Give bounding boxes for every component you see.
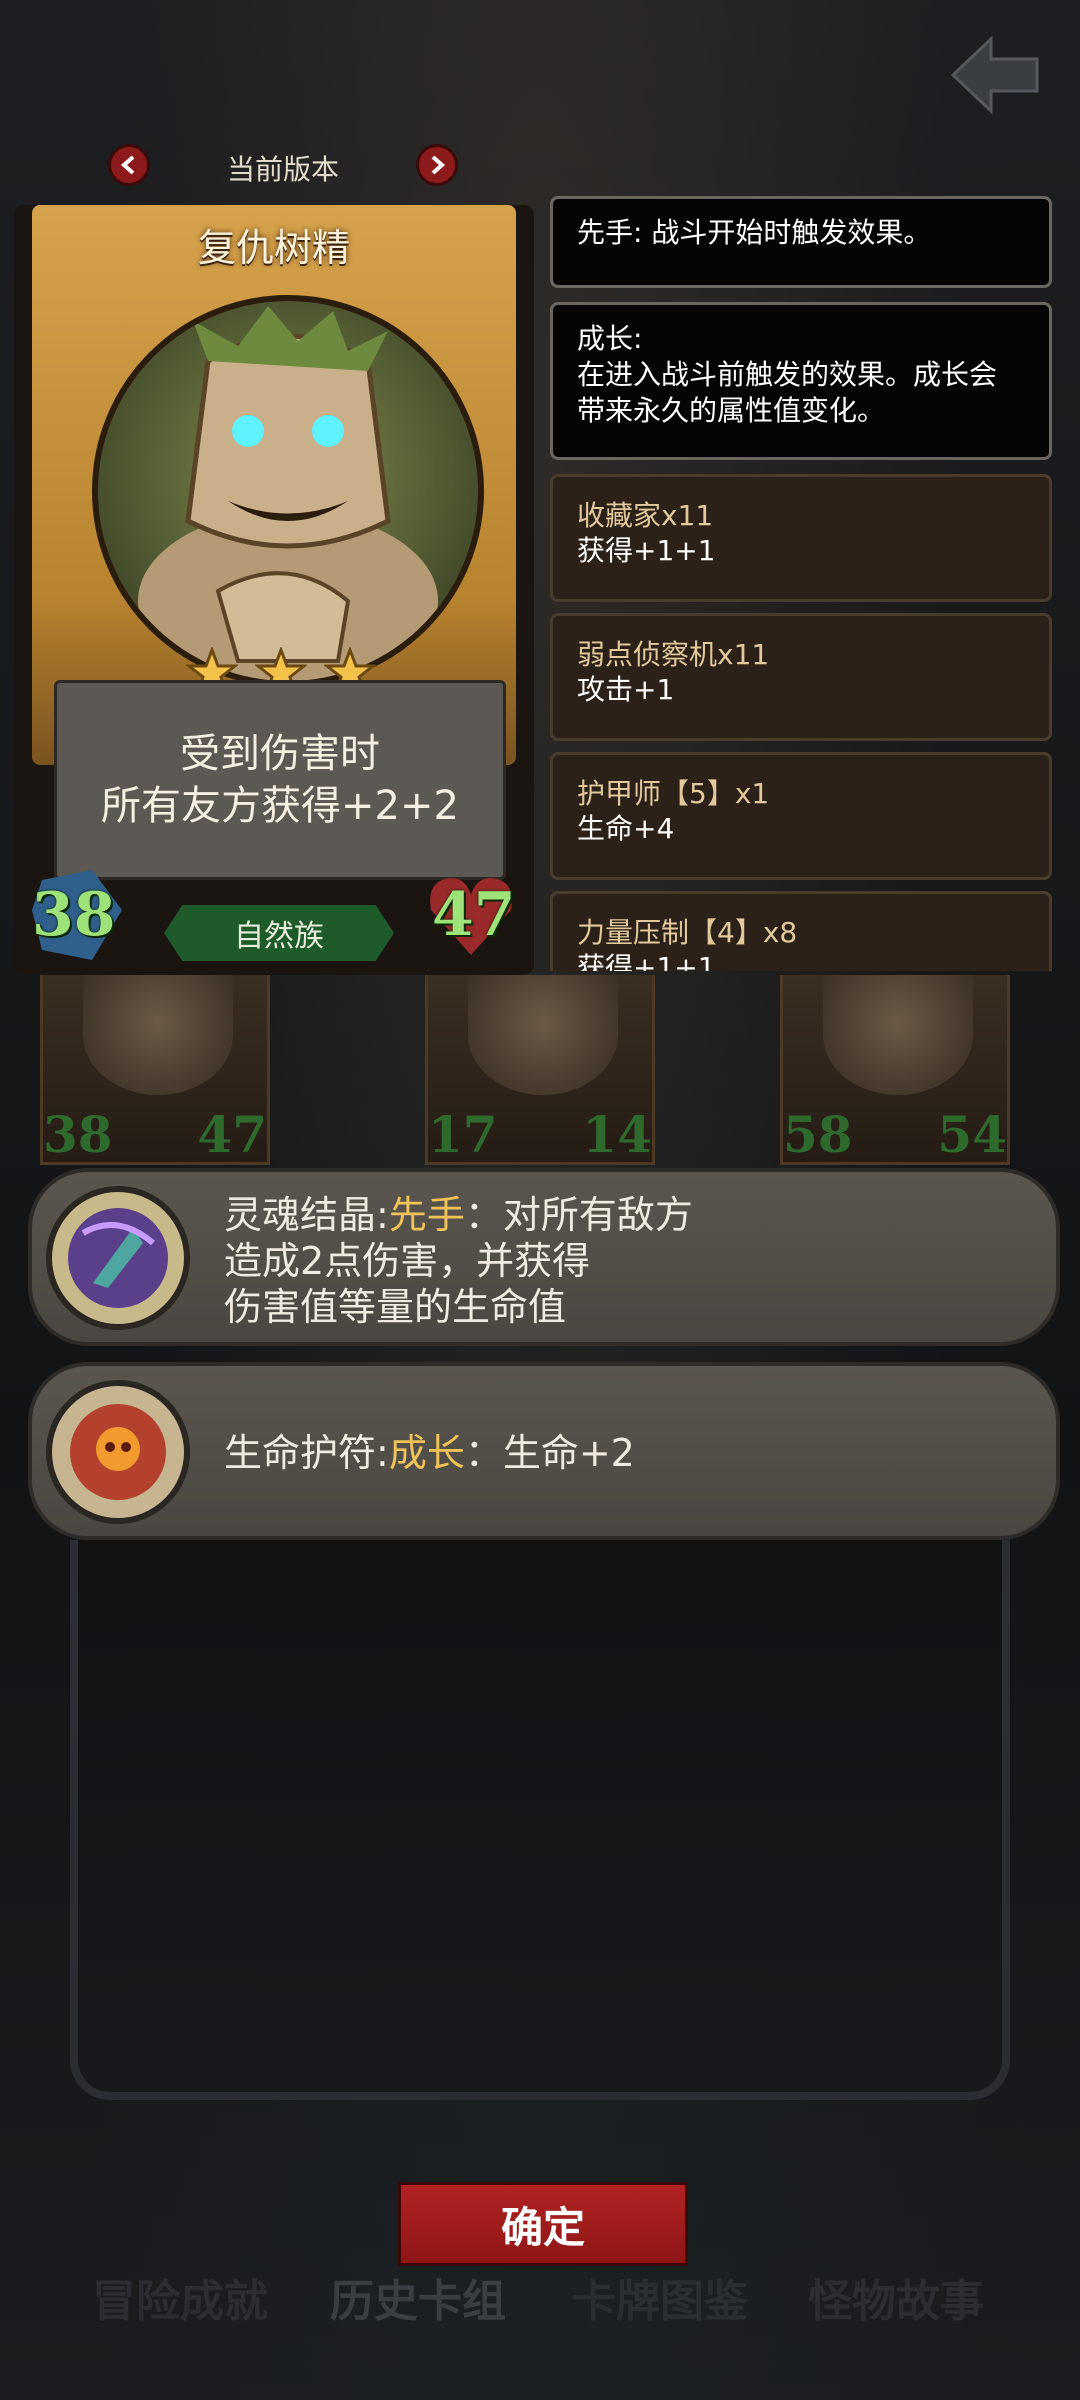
deck-card[interactable]: 38 47 [40, 975, 270, 1165]
chevron-left-icon [120, 155, 135, 175]
item-name: 生命护符: [224, 1431, 389, 1475]
buff-entry: 弱点侦察机x11 攻击+1 [550, 613, 1052, 741]
first-strike-info: 先手: 战斗开始时触发效果。 [550, 196, 1052, 288]
buff-title: 力量压制【4】x8 [577, 916, 798, 949]
buff-effect: 获得+1+1 [577, 951, 716, 971]
back-button[interactable] [945, 30, 1045, 120]
bottom-tabs: 冒险成就 历史卡组 卡牌图鉴 怪物故事 [0, 2265, 1080, 2327]
item-keyword: 成长 [388, 1431, 465, 1475]
buff-effect: 获得+1+1 [577, 534, 716, 567]
treant-illustration [138, 306, 438, 681]
card-attack: 58 [783, 1105, 853, 1164]
chevron-right-icon [431, 155, 446, 175]
deck-card[interactable]: 17 14 [425, 975, 655, 1165]
buff-entry: 护甲师【5】x1 生命+4 [550, 752, 1052, 880]
empty-item-frame [70, 1540, 1010, 2100]
health-value: 47 [432, 880, 516, 950]
next-version-button[interactable] [416, 144, 458, 186]
version-label: 当前版本 [226, 153, 339, 186]
tab-achievements[interactable]: 冒险成就 [92, 2265, 268, 2329]
tab-card-codex[interactable]: 卡牌图鉴 [572, 2265, 748, 2329]
card-art [823, 975, 973, 1095]
growth-text: 带来永久的属性值变化。 [577, 394, 886, 427]
tab-monster-stories[interactable]: 怪物故事 [808, 2265, 984, 2329]
item-soul-crystal[interactable]: 灵魂结晶:先手：对所有敌方 造成2点伤害，并获得 伤害值等量的生命值 [28, 1168, 1060, 1346]
buff-title: 弱点侦察机x11 [577, 638, 770, 671]
buff-entry: 力量压制【4】x8 获得+1+1 [550, 891, 1052, 971]
card-health: 47 [197, 1105, 267, 1164]
growth-info: 成长: 在进入战斗前触发的效果。成长会 带来永久的属性值变化。 [550, 302, 1052, 460]
life-amulet-icon [46, 1380, 190, 1524]
card-art [468, 975, 618, 1095]
buff-effect: 生命+4 [577, 812, 675, 845]
growth-text: 在进入战斗前触发的效果。成长会 [577, 358, 998, 391]
ability-line: 所有友方获得+2+2 [101, 783, 459, 829]
buff-effect: 攻击+1 [577, 673, 675, 706]
card-health: 14 [582, 1105, 652, 1164]
card-health: 54 [937, 1105, 1007, 1164]
attack-value: 38 [32, 880, 116, 950]
hero-card[interactable]: 复仇树精 受到伤害时 所有友方获得+2+2 38 自然族 47 [14, 205, 534, 975]
card-ability: 受到伤害时 所有友方获得+2+2 [54, 680, 506, 880]
prev-version-button[interactable] [108, 144, 150, 186]
soul-crystal-icon [46, 1186, 190, 1330]
first-strike-text: 先手: 战斗开始时触发效果。 [577, 216, 932, 249]
item-life-amulet[interactable]: 生命护符:成长：生命+2 [28, 1362, 1060, 1540]
ability-line: 受到伤害时 [180, 731, 380, 777]
crystal-glyph [68, 1208, 168, 1308]
item-description: 灵魂结晶:先手：对所有敌方 造成2点伤害，并获得 伤害值等量的生命值 [224, 1192, 693, 1330]
confirm-button[interactable]: 确定 [398, 2182, 688, 2266]
item-name: 灵魂结晶: [224, 1193, 389, 1237]
version-nav: 当前版本 [108, 142, 458, 188]
card-attack: 17 [428, 1105, 498, 1164]
tribe-label: 自然族 [164, 905, 394, 961]
growth-title: 成长: [577, 322, 643, 355]
keyword-info-panel[interactable]: 先手: 战斗开始时触发效果。 成长: 在进入战斗前触发的效果。成长会 带来永久的… [550, 196, 1052, 971]
deck-card[interactable]: 58 54 [780, 975, 1010, 1165]
buff-title: 收藏家x11 [577, 499, 714, 532]
treant-portrait [92, 295, 484, 687]
attack-badge: 38 [32, 870, 122, 960]
item-keyword: 先手 [388, 1193, 465, 1237]
item-effect: 伤害值等量的生命值 [224, 1285, 567, 1329]
deck-cards: 38 47 17 14 58 54 [40, 975, 1040, 1165]
health-badge: 47 [426, 870, 516, 960]
item-description: 生命护符:成长：生命+2 [224, 1430, 635, 1476]
card-name: 复仇树精 [197, 226, 350, 270]
tab-history-deck[interactable]: 历史卡组 [330, 2265, 506, 2329]
item-effect: ：生命+2 [464, 1431, 635, 1475]
item-effect: 造成2点伤害，并获得 [224, 1239, 591, 1283]
amulet-glyph [70, 1404, 166, 1500]
buff-entry: 收藏家x11 获得+1+1 [550, 474, 1052, 602]
card-attack: 38 [43, 1105, 113, 1164]
arrow-left-icon [950, 35, 1039, 115]
item-effect: ：对所有敌方 [464, 1193, 693, 1237]
card-art [83, 975, 233, 1095]
buff-title: 护甲师【5】x1 [577, 777, 770, 810]
